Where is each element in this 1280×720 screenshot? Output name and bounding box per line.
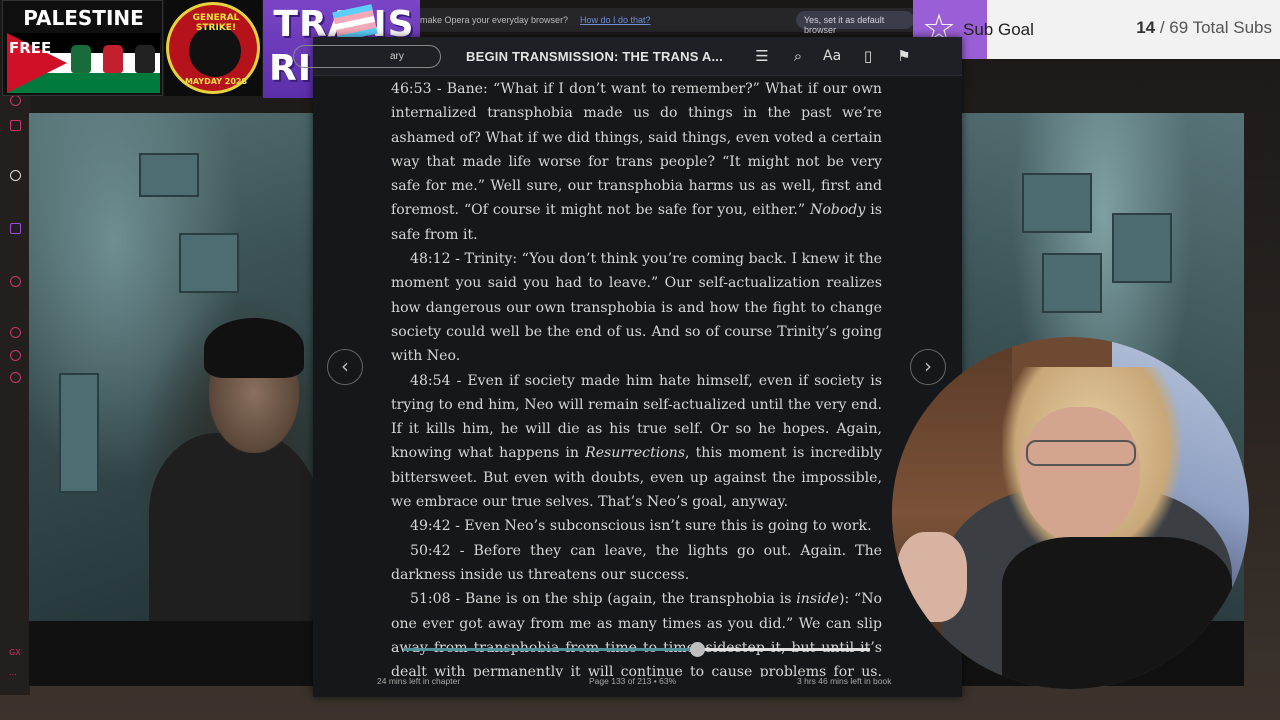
free-label: FREE — [9, 39, 52, 57]
toc-icon[interactable]: ☰ — [753, 47, 771, 65]
sub-goal-label: Sub Goal — [963, 20, 1034, 39]
free-palestine-badge: PALESTINE FREE — [2, 0, 163, 96]
fist-icon — [71, 45, 91, 73]
page-text: 46:53 - Bane: “What if I don’t want to r… — [391, 79, 882, 677]
fist-icon — [103, 45, 123, 73]
sub-goal-separator: / — [1155, 18, 1170, 37]
sub-goal-current: 14 — [1136, 18, 1156, 37]
previous-page-button[interactable]: ‹ — [327, 349, 363, 385]
progress-fill — [403, 648, 698, 651]
reading-progress-slider[interactable] — [403, 642, 870, 657]
book-time-left: 3 hrs 46 mins left in book — [797, 676, 892, 686]
opera-message: make Opera your everyday browser? — [420, 15, 569, 25]
strike-title: GENERAL STRIKE! — [192, 13, 240, 33]
paragraph: 50:42 - Before they can leave, the light… — [391, 542, 882, 583]
reader-header: ary BEGIN TRANSMISSION: THE TRANS A... ☰… — [293, 37, 962, 76]
twitch-icon[interactable] — [10, 223, 21, 234]
library-button[interactable]: ary — [293, 45, 441, 68]
sub-goal-target: 69 Total Subs — [1169, 18, 1272, 37]
ebook-reader: ary BEGIN TRANSMISSION: THE TRANS A... ☰… — [293, 37, 962, 697]
history-icon[interactable] — [10, 327, 21, 338]
fist-icon — [135, 45, 155, 73]
screen-panel — [1022, 173, 1092, 233]
footer-bullet: • — [653, 676, 657, 686]
sidebar-icon-3[interactable] — [10, 170, 21, 181]
screen-panel — [1042, 253, 1102, 313]
glasses — [1026, 440, 1136, 466]
opera-sidebar: GX ... — [0, 95, 30, 695]
paragraph: 48:54 - Even if society made him hate hi… — [391, 372, 882, 511]
palestine-title: PALESTINE — [23, 6, 144, 30]
streamer-hand — [897, 532, 967, 622]
screen-panel — [59, 373, 99, 493]
paragraph: 46:53 - Bane: “What if I don’t want to r… — [391, 81, 882, 243]
actor-hair — [204, 318, 304, 378]
font-settings-icon[interactable]: Aa — [823, 47, 841, 65]
general-strike-badge: GENERAL STRIKE! MAYDAY 2028 — [164, 0, 262, 96]
page-info: Page 133 of 213 • 63% — [589, 676, 676, 686]
letterbox-left — [29, 621, 313, 686]
more-icon[interactable]: ... — [9, 668, 17, 677]
streamer-shirt — [1002, 537, 1232, 689]
opera-default-browser-bar: make Opera your everyday browser? How do… — [420, 8, 914, 35]
sub-goal-count: 14 / 69 Total Subs — [1136, 18, 1272, 38]
palestine-flag: FREE — [7, 33, 160, 93]
paragraph: 51:08 - Bane is on the ship (again, the … — [391, 591, 882, 677]
sidebar-icon-2[interactable] — [10, 120, 21, 131]
set-default-button[interactable]: Yes, set it as default browser — [796, 11, 914, 35]
sidebar-icon-1[interactable] — [10, 95, 21, 106]
search-icon[interactable]: ⌕ — [789, 47, 807, 65]
bookmark-icon[interactable]: ⚑ — [895, 47, 913, 65]
notes-icon[interactable]: ▯ — [859, 47, 877, 65]
percent-read: 63% — [659, 676, 677, 686]
streamer-face — [1020, 407, 1140, 542]
page-number: Page 133 of 213 — [589, 676, 652, 686]
how-to-link[interactable]: How do I do that? — [580, 15, 651, 25]
streamer-webcam — [892, 337, 1249, 689]
movie-frame-left — [29, 113, 313, 621]
screen-panel — [179, 233, 239, 293]
screen-panel — [1112, 213, 1172, 283]
extensions-icon[interactable] — [10, 350, 21, 361]
actor-body — [149, 433, 313, 621]
gx-label: GX — [9, 648, 21, 657]
paragraph: 48:12 - Trinity: “You don’t think you’re… — [391, 251, 882, 365]
sub-goal-widget: ☆ Sub Goal 14 / 69 Total Subs — [913, 0, 1280, 59]
sidebar-icon-5[interactable] — [10, 276, 21, 287]
paragraph: 49:42 - Even Neo’s subconscious isn’t su… — [410, 518, 872, 535]
strike-logo: GENERAL STRIKE! MAYDAY 2028 — [166, 2, 260, 94]
screen-panel — [139, 153, 199, 197]
settings-icon[interactable] — [10, 372, 21, 383]
book-title: BEGIN TRANSMISSION: THE TRANS A... — [466, 49, 723, 64]
strike-date: MAYDAY 2028 — [184, 77, 248, 86]
chapter-time-left: 24 mins left in chapter — [377, 676, 461, 686]
